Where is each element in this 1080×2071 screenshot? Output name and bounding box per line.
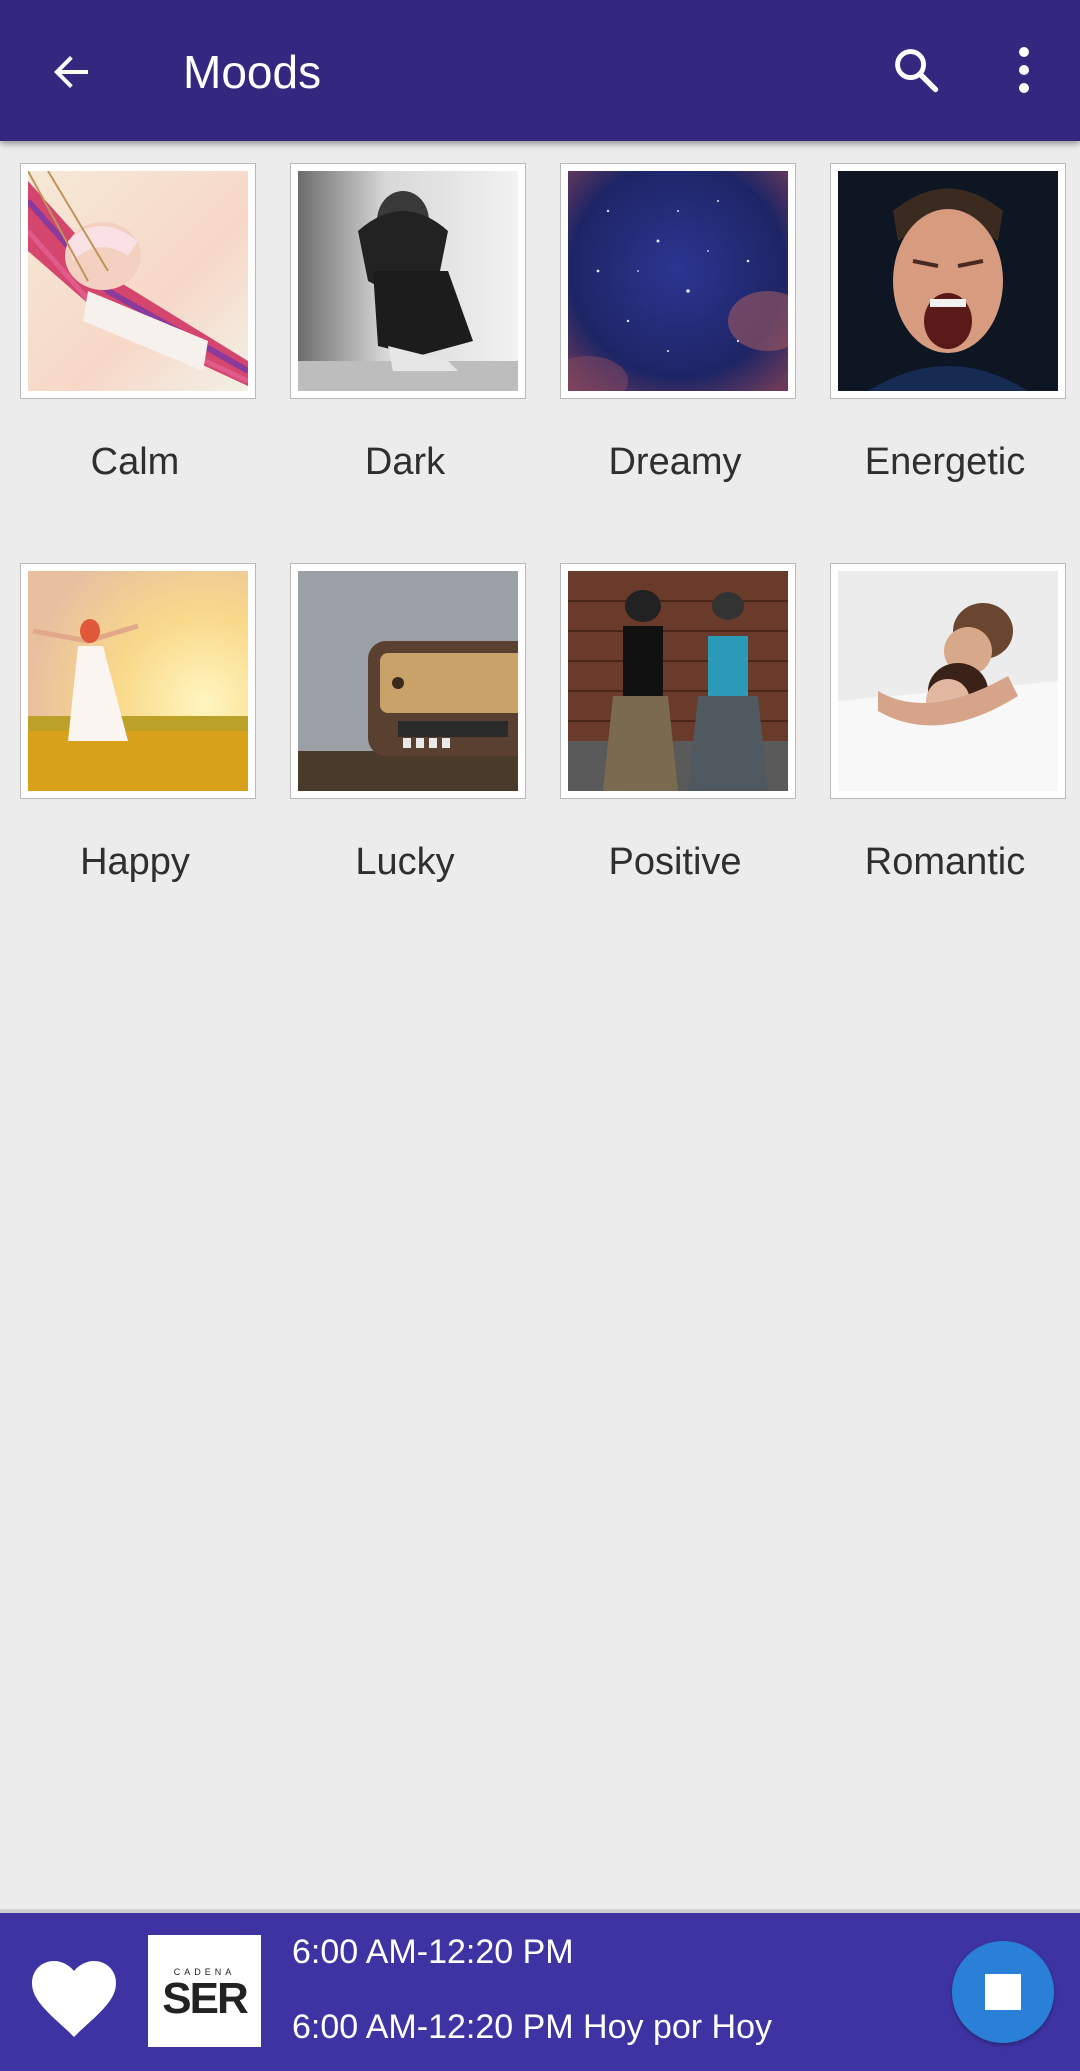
mood-thumbnail-frame xyxy=(20,163,256,399)
heart-icon xyxy=(32,1961,116,2037)
more-options-button[interactable] xyxy=(988,34,1060,106)
mood-image-energetic xyxy=(838,171,1058,391)
mood-tile-lucky[interactable]: Lucky xyxy=(270,541,540,941)
arrow-left-icon xyxy=(54,56,88,88)
mood-image-calm xyxy=(28,171,248,391)
mood-thumbnail-frame xyxy=(830,163,1066,399)
mood-label: Energetic xyxy=(864,441,1026,483)
mood-image-positive xyxy=(568,571,788,791)
mood-image-romantic xyxy=(838,571,1058,791)
back-button[interactable] xyxy=(36,36,108,108)
mood-tile-energetic[interactable]: Energetic xyxy=(810,141,1080,541)
mood-label: Dark xyxy=(364,441,446,483)
mood-thumbnail-frame xyxy=(20,563,256,799)
mood-image-lucky xyxy=(298,571,518,791)
mood-thumbnail-frame xyxy=(830,563,1066,799)
mood-thumbnail-frame xyxy=(290,163,526,399)
mood-image-dreamy xyxy=(568,171,788,391)
search-icon xyxy=(895,49,939,93)
stop-icon xyxy=(985,1974,1021,2010)
mood-label: Lucky xyxy=(355,841,455,883)
mood-label: Happy xyxy=(80,841,190,883)
program-title: 6:00 AM-12:20 PM Hoy por Hoy xyxy=(292,2008,773,2046)
mood-label: Dreamy xyxy=(608,441,742,483)
stop-button[interactable] xyxy=(952,1941,1054,2043)
app-bar: Moods xyxy=(0,0,1080,141)
mood-tile-dreamy[interactable]: Dreamy xyxy=(540,141,810,541)
mood-thumbnail-frame xyxy=(560,163,796,399)
mood-image-dark xyxy=(298,171,518,391)
mood-label: Calm xyxy=(90,441,180,483)
mood-tile-romantic[interactable]: Romantic xyxy=(810,541,1080,941)
now-playing-bar[interactable]: CADENA SER 6:00 AM-12:20 PM 6:00 AM-12:2… xyxy=(0,1909,1080,2071)
favorite-button[interactable] xyxy=(30,1959,118,2039)
mood-thumbnail-frame xyxy=(560,563,796,799)
mood-tile-dark[interactable]: Dark xyxy=(270,141,540,541)
station-logo: CADENA SER xyxy=(148,1935,261,2047)
mood-tile-happy[interactable]: Happy xyxy=(0,541,270,941)
more-vert-icon xyxy=(1019,47,1029,93)
search-button[interactable] xyxy=(880,34,952,106)
mood-label: Positive xyxy=(608,841,742,883)
mood-label: Romantic xyxy=(864,841,1026,883)
page-title: Moods xyxy=(183,46,322,98)
mood-thumbnail-frame xyxy=(290,563,526,799)
mood-image-happy xyxy=(28,571,248,791)
station-logo-big-text: SER xyxy=(162,1974,248,2023)
mood-tile-calm[interactable]: Calm xyxy=(0,141,270,541)
program-time: 6:00 AM-12:20 PM xyxy=(292,1933,574,1971)
mood-tile-positive[interactable]: Positive xyxy=(540,541,810,941)
